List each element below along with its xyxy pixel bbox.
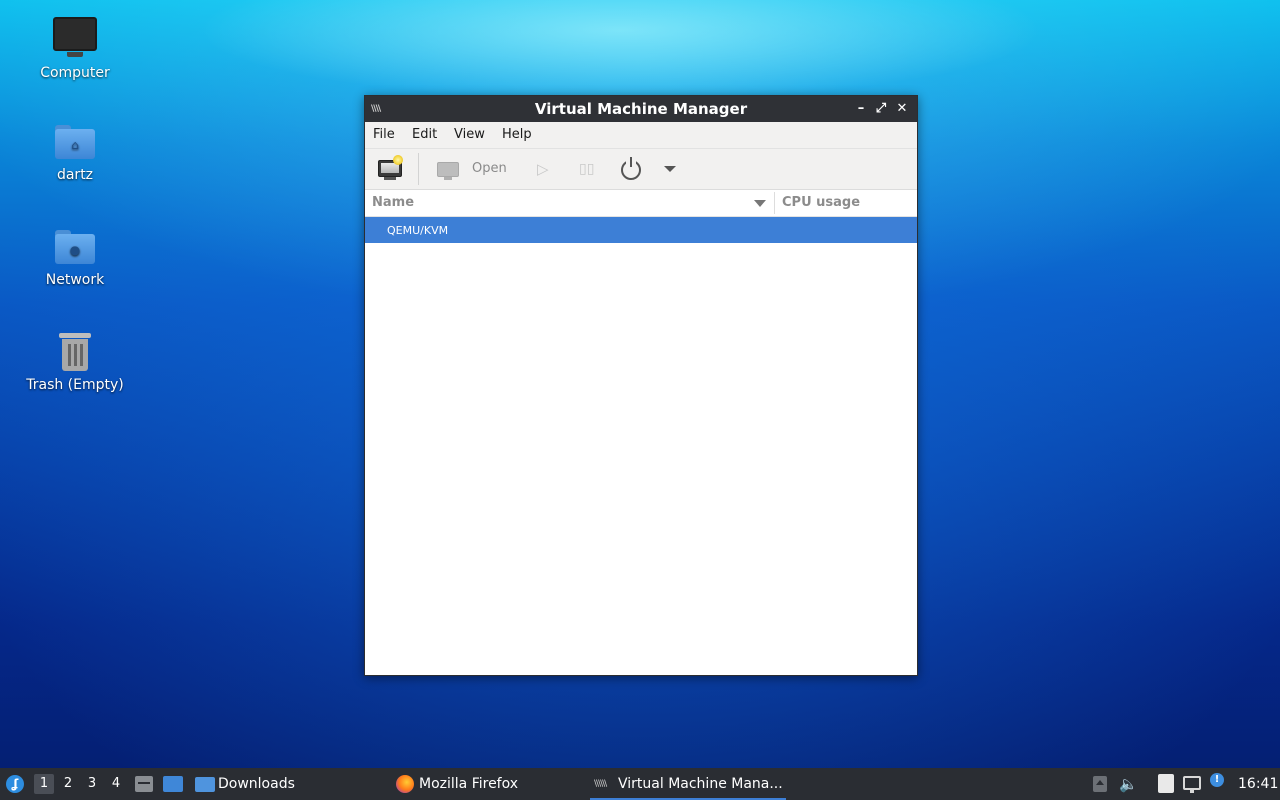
clock[interactable]: 16:41 xyxy=(1238,768,1278,800)
updates-icon[interactable]: ! xyxy=(1210,768,1224,800)
eject-icon xyxy=(1093,776,1107,792)
maximize-icon[interactable]: ⤢ xyxy=(871,99,891,119)
network-folder-icon: ● xyxy=(53,224,97,268)
menu-file[interactable]: File xyxy=(373,127,395,142)
list-header: Name CPU usage xyxy=(365,190,917,217)
menu-edit[interactable]: Edit xyxy=(412,127,437,142)
column-divider[interactable] xyxy=(774,192,775,214)
open-button-label: Open xyxy=(472,161,507,176)
close-icon[interactable]: ✕ xyxy=(892,99,912,119)
console-icon xyxy=(437,162,459,180)
workspace-1[interactable]: 1 xyxy=(34,774,54,794)
pause-icon[interactable]: ▯▯ xyxy=(579,156,595,182)
desktop-icon xyxy=(163,776,183,792)
desktop-icon-trash[interactable]: Trash (Empty) xyxy=(20,329,130,393)
firefox-icon xyxy=(396,775,414,793)
start-menu-button[interactable]: ʆ xyxy=(5,768,27,800)
start-menu-icon: ʆ xyxy=(6,775,24,793)
taskbar: ʆ 1 2 3 4 Downloads Mozilla Firefox \\\\… xyxy=(0,768,1280,800)
clipboard-icon[interactable] xyxy=(1158,768,1174,800)
dropdown-arrow-icon[interactable] xyxy=(663,156,677,182)
table-row[interactable]: QEMU/KVM xyxy=(365,217,917,243)
menu-bar: File Edit View Help xyxy=(365,122,917,149)
vmm-icon: \\\\\\ xyxy=(594,779,607,789)
new-vm-button[interactable] xyxy=(377,155,403,182)
desktop-icon-home[interactable]: ⌂ dartz xyxy=(20,119,130,183)
desktop-icon-label: Trash (Empty) xyxy=(26,377,124,393)
menu-help[interactable]: Help xyxy=(502,127,532,142)
task-virtual-machine-manager[interactable]: \\\\\\ Virtual Machine Mana... xyxy=(590,768,786,800)
play-icon[interactable]: ▷ xyxy=(537,156,553,182)
desktop-icon-label: dartz xyxy=(56,167,94,183)
column-header-cpu-usage[interactable]: CPU usage xyxy=(782,195,860,210)
task-label: Mozilla Firefox xyxy=(419,776,519,792)
task-label: Virtual Machine Mana... xyxy=(618,776,783,792)
workspace-3[interactable]: 3 xyxy=(82,768,102,800)
toolbar: Open ▷ ▯▯ xyxy=(365,149,917,190)
task-firefox[interactable]: Mozilla Firefox xyxy=(396,768,576,800)
column-header-name[interactable]: Name xyxy=(372,195,414,210)
file-manager-launcher[interactable] xyxy=(135,768,153,800)
computer-icon xyxy=(53,17,97,61)
minimize-icon[interactable]: – xyxy=(851,99,871,119)
toolbar-separator xyxy=(418,153,419,185)
network-icon[interactable] xyxy=(1183,768,1201,800)
home-folder-icon: ⌂ xyxy=(53,119,97,163)
volume-icon[interactable]: 🔈 xyxy=(1119,768,1138,800)
window-titlebar[interactable]: \\\\ Virtual Machine Manager – ⤢ ✕ xyxy=(365,96,917,122)
power-icon[interactable] xyxy=(619,156,643,182)
show-desktop-button[interactable] xyxy=(163,768,183,800)
open-button[interactable]: Open xyxy=(437,156,517,182)
task-downloads[interactable]: Downloads xyxy=(195,768,375,800)
file-cabinet-icon xyxy=(135,776,153,792)
workspace-4[interactable]: 4 xyxy=(106,768,126,800)
sort-arrow-icon[interactable] xyxy=(754,200,766,207)
window-title: Virtual Machine Manager xyxy=(534,100,748,118)
desktop-icon-label: Network xyxy=(45,272,105,288)
workspace-2[interactable]: 2 xyxy=(58,768,78,800)
desktop-icon-label: Computer xyxy=(40,65,110,81)
folder-icon xyxy=(195,777,215,792)
tray-eject-button[interactable] xyxy=(1093,768,1107,800)
connection-name: QEMU/KVM xyxy=(387,224,449,237)
desktop-icon-computer[interactable]: Computer xyxy=(20,14,130,81)
trash-icon xyxy=(53,329,97,373)
menu-view[interactable]: View xyxy=(454,127,485,142)
task-label: Downloads xyxy=(218,776,295,792)
vmm-window: \\\\ Virtual Machine Manager – ⤢ ✕ File … xyxy=(364,95,918,676)
desktop-icon-network[interactable]: ● Network xyxy=(20,224,130,288)
